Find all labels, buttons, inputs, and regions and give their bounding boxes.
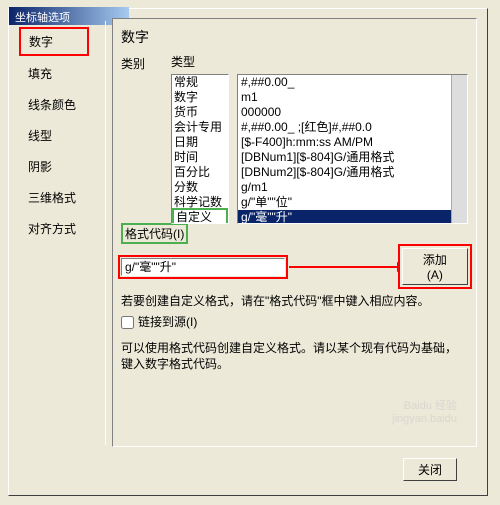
link-source-checkbox[interactable]: 链接到源(I) bbox=[121, 313, 468, 330]
format-code-input[interactable] bbox=[121, 258, 285, 276]
arrow-icon bbox=[289, 260, 398, 274]
list-item[interactable]: [DBNum1][$-804]G/通用格式 bbox=[238, 150, 467, 165]
label-type: 类型 bbox=[171, 53, 231, 70]
scrollbar[interactable] bbox=[451, 75, 467, 223]
list-item[interactable]: 货币 bbox=[172, 105, 228, 120]
list-item[interactable]: 百分比 bbox=[172, 165, 228, 180]
list-item[interactable]: 分数 bbox=[172, 180, 228, 195]
list-item[interactable]: g/m1 bbox=[238, 180, 467, 195]
list-item[interactable]: 日期 bbox=[172, 135, 228, 150]
checkbox-icon[interactable] bbox=[121, 316, 134, 329]
dialog-title: 坐标轴选项 bbox=[9, 7, 129, 25]
type-listbox[interactable]: #,##0.00_ m1 000000 #,##0.00_ ;[红色]#,##0… bbox=[237, 74, 468, 224]
tab-3d[interactable]: 三维格式 bbox=[19, 184, 89, 211]
divider bbox=[105, 21, 106, 445]
note-1: 若要创建自定义格式，请在"格式代码"框中键入相应内容。 bbox=[121, 293, 468, 309]
list-item[interactable]: m1 bbox=[238, 90, 467, 105]
tab-number[interactable]: 数字 bbox=[19, 27, 89, 56]
list-item[interactable]: #,##0.00_ ;[红色]#,##0.0 bbox=[238, 120, 467, 135]
list-item-selected[interactable]: g/"毫""升" bbox=[238, 210, 467, 224]
sidebar: 数字 填充 线条颜色 线型 阴影 三维格式 对齐方式 bbox=[19, 27, 89, 246]
tab-shadow[interactable]: 阴影 bbox=[19, 153, 89, 180]
tab-align[interactable]: 对齐方式 bbox=[19, 215, 89, 242]
label-category: 类别 bbox=[121, 53, 163, 72]
list-item[interactable]: 000000 bbox=[238, 105, 467, 120]
list-item[interactable]: 科学记数 bbox=[172, 195, 228, 210]
close-button[interactable]: 关闭 bbox=[403, 458, 457, 481]
list-item[interactable]: g/"单""位" bbox=[238, 195, 467, 210]
dialog: 坐标轴选项 数字 填充 线条颜色 线型 阴影 三维格式 对齐方式 数字 类别 类… bbox=[8, 8, 488, 496]
label-format-code: 格式代码(I) bbox=[121, 223, 468, 244]
list-item[interactable]: 会计专用 bbox=[172, 120, 228, 135]
panel-number: 数字 类别 类型 常规 数字 货币 会计专用 日期 时间 百分比 分数 科学记数… bbox=[112, 18, 477, 447]
tab-linestyle[interactable]: 线型 bbox=[19, 122, 89, 149]
list-item[interactable]: [$-F400]h:mm:ss AM/PM bbox=[238, 135, 467, 150]
tab-fill[interactable]: 填充 bbox=[19, 60, 89, 87]
category-listbox[interactable]: 常规 数字 货币 会计专用 日期 时间 百分比 分数 科学记数 自定义 bbox=[171, 74, 229, 224]
panel-title: 数字 bbox=[121, 27, 468, 47]
note-2: 可以使用格式代码创建自定义格式。请以某个现有代码为基础，键入数字格式代码。 bbox=[121, 340, 468, 372]
add-button[interactable]: 添加(A) bbox=[402, 248, 468, 285]
tab-linecolor[interactable]: 线条颜色 bbox=[19, 91, 89, 118]
list-item[interactable]: 时间 bbox=[172, 150, 228, 165]
list-item-custom[interactable]: 自定义 bbox=[172, 208, 228, 224]
list-item[interactable]: 常规 bbox=[172, 75, 228, 90]
list-item[interactable]: 数字 bbox=[172, 90, 228, 105]
list-item[interactable]: [DBNum2][$-804]G/通用格式 bbox=[238, 165, 467, 180]
list-item[interactable]: #,##0.00_ bbox=[238, 75, 467, 90]
